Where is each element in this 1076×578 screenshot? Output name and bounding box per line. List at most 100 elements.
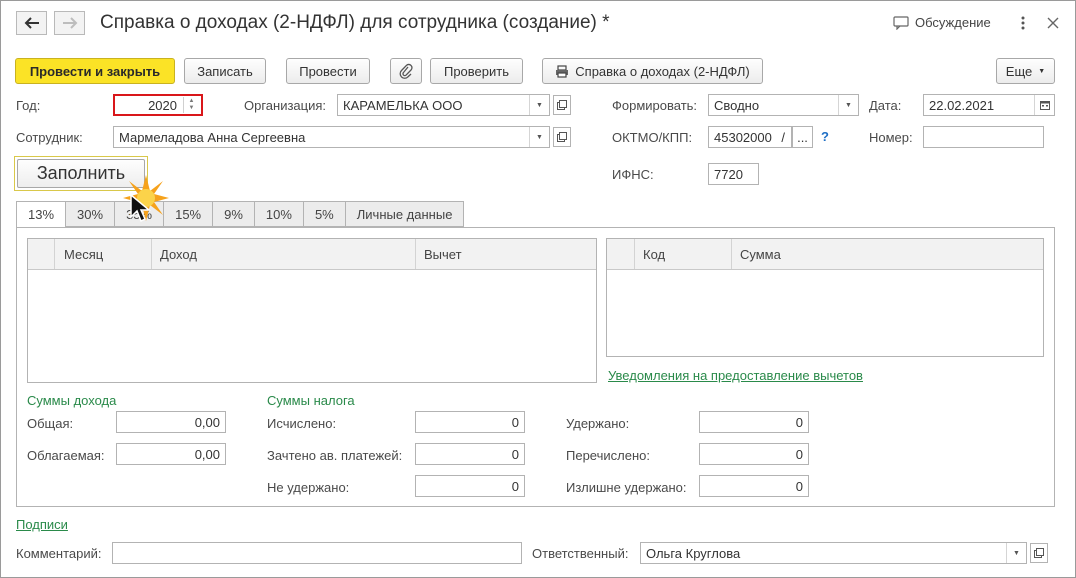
deduction-codes-table[interactable]: Код Сумма	[606, 238, 1044, 357]
form-mode-value: Сводно	[714, 97, 760, 113]
organization-field[interactable]: КАРАМЕЛЬКА ООО ▼	[337, 94, 550, 116]
credited-advance-value: 0	[511, 446, 519, 462]
comment-field[interactable]	[112, 542, 522, 564]
ifns-field[interactable]: 7720	[708, 163, 759, 185]
chevron-down-icon[interactable]: ▼	[529, 127, 549, 147]
chevron-down-icon[interactable]: ▼	[1006, 543, 1026, 563]
total-income-value: 0,00	[194, 414, 220, 430]
responsible-field[interactable]: Ольга Круглова ▼	[640, 542, 1027, 564]
open-window-icon	[557, 132, 567, 142]
date-value: 22.02.2021	[929, 97, 995, 113]
more-menu-icon[interactable]	[1018, 15, 1028, 31]
post-button[interactable]: Провести	[286, 58, 370, 84]
not-withheld-label: Не удержано:	[267, 480, 350, 495]
back-button[interactable]	[16, 11, 47, 35]
withheld-field[interactable]: 0	[699, 411, 809, 433]
ifns-label: ИФНС:	[612, 167, 654, 182]
chevron-down-icon[interactable]: ▼	[529, 95, 549, 115]
oktmo-value: 45302000	[714, 129, 772, 145]
transferred-value: 0	[795, 446, 803, 462]
credited-advance-label: Зачтено ав. платежей:	[267, 448, 403, 463]
income-table[interactable]: Месяц Доход Вычет	[27, 238, 597, 383]
close-icon[interactable]	[1047, 17, 1059, 29]
open-window-icon	[557, 100, 567, 110]
tab-30[interactable]: 30%	[66, 201, 116, 227]
calculated-field[interactable]: 0	[415, 411, 525, 433]
arrow-left-icon	[24, 17, 39, 29]
year-field[interactable]: 2020 ▲ ▼	[113, 94, 203, 116]
tab-9[interactable]: 9%	[213, 201, 255, 227]
total-income-field[interactable]: 0,00	[116, 411, 226, 433]
oktmo-kpp-field[interactable]: 45302000 /	[708, 126, 792, 148]
print-report-button[interactable]: Справка о доходах (2-НДФЛ)	[542, 58, 763, 84]
organization-label: Организация:	[244, 98, 327, 113]
oktmo-separator: /	[781, 129, 785, 145]
income-table-header: Месяц Доход Вычет	[28, 239, 596, 270]
overwithheld-label: Излишне удержано:	[566, 480, 687, 495]
employee-field[interactable]: Мармеладова Анна Сергеевна ▼	[113, 126, 550, 148]
tax-rate-tabs: 13% 30% 35% 15% 9% 10% 5% Личные данные	[16, 201, 465, 228]
year-spinner[interactable]: ▲ ▼	[183, 97, 199, 113]
responsible-open-button[interactable]	[1030, 543, 1048, 563]
column-deduction[interactable]: Вычет	[416, 239, 596, 269]
date-label: Дата:	[869, 98, 902, 113]
tab-10[interactable]: 10%	[254, 201, 304, 227]
more-actions-button[interactable]: Еще ▼	[996, 58, 1055, 84]
post-and-close-button[interactable]: Провести и закрыть	[15, 58, 175, 84]
row-marker-column	[607, 239, 635, 269]
tab-personal-data[interactable]: Личные данные	[345, 201, 465, 227]
column-code[interactable]: Код	[635, 239, 732, 269]
credited-advance-field[interactable]: 0	[415, 443, 525, 465]
column-month[interactable]: Месяц	[55, 239, 152, 269]
employee-label: Сотрудник:	[16, 130, 83, 145]
number-field[interactable]	[923, 126, 1044, 148]
income-sums-header: Суммы дохода	[27, 393, 117, 408]
tab-5[interactable]: 5%	[303, 201, 346, 227]
notifications-link[interactable]: Уведомления на предоставление вычетов	[608, 368, 863, 383]
employee-open-button[interactable]	[553, 127, 571, 147]
organization-open-button[interactable]	[553, 95, 571, 115]
not-withheld-value: 0	[511, 478, 519, 494]
year-value: 2020	[148, 97, 177, 113]
chat-icon	[893, 15, 909, 30]
deduction-table-header: Код Сумма	[607, 239, 1043, 270]
chevron-down-icon[interactable]: ▼	[838, 95, 858, 115]
oktmo-select-button[interactable]: ...	[792, 126, 813, 148]
attach-button[interactable]	[390, 58, 422, 84]
discussion-button[interactable]: Обсуждение	[893, 15, 991, 30]
tax-sums-header: Суммы налога	[267, 393, 355, 408]
taxable-income-field[interactable]: 0,00	[116, 443, 226, 465]
overwithheld-field[interactable]: 0	[699, 475, 809, 497]
total-income-label: Общая:	[27, 416, 74, 431]
open-window-icon	[1034, 548, 1044, 558]
ifns-value: 7720	[714, 166, 743, 182]
calculated-value: 0	[511, 414, 519, 430]
more-actions-label: Еще	[1005, 63, 1033, 79]
date-field[interactable]: 22.02.2021	[923, 94, 1055, 116]
transferred-field[interactable]: 0	[699, 443, 809, 465]
save-button[interactable]: Записать	[184, 58, 266, 84]
print-report-label: Справка о доходах (2-НДФЛ)	[575, 63, 750, 79]
column-sum[interactable]: Сумма	[732, 239, 1043, 269]
paperclip-icon	[399, 63, 413, 79]
forward-button[interactable]	[54, 11, 85, 35]
ellipsis-icon: ...	[797, 129, 808, 145]
help-icon[interactable]: ?	[821, 129, 829, 144]
calendar-icon[interactable]	[1034, 95, 1054, 115]
responsible-value: Ольга Круглова	[646, 545, 741, 561]
arrow-right-icon	[62, 17, 77, 29]
check-button[interactable]: Проверить	[430, 58, 523, 84]
printer-icon	[556, 64, 569, 78]
column-income[interactable]: Доход	[152, 239, 416, 269]
tab-13[interactable]: 13%	[16, 201, 67, 228]
not-withheld-field[interactable]: 0	[415, 475, 525, 497]
form-mode-field[interactable]: Сводно ▼	[708, 94, 859, 116]
calculated-label: Исчислено:	[267, 416, 337, 431]
tab-15[interactable]: 15%	[164, 201, 214, 227]
transferred-label: Перечислено:	[566, 448, 650, 463]
overwithheld-value: 0	[795, 478, 803, 494]
oktmo-kpp-label: ОКТМО/КПП:	[612, 130, 693, 145]
responsible-label: Ответственный:	[532, 546, 629, 561]
number-label: Номер:	[869, 130, 913, 145]
signatures-link[interactable]: Подписи	[16, 517, 68, 532]
